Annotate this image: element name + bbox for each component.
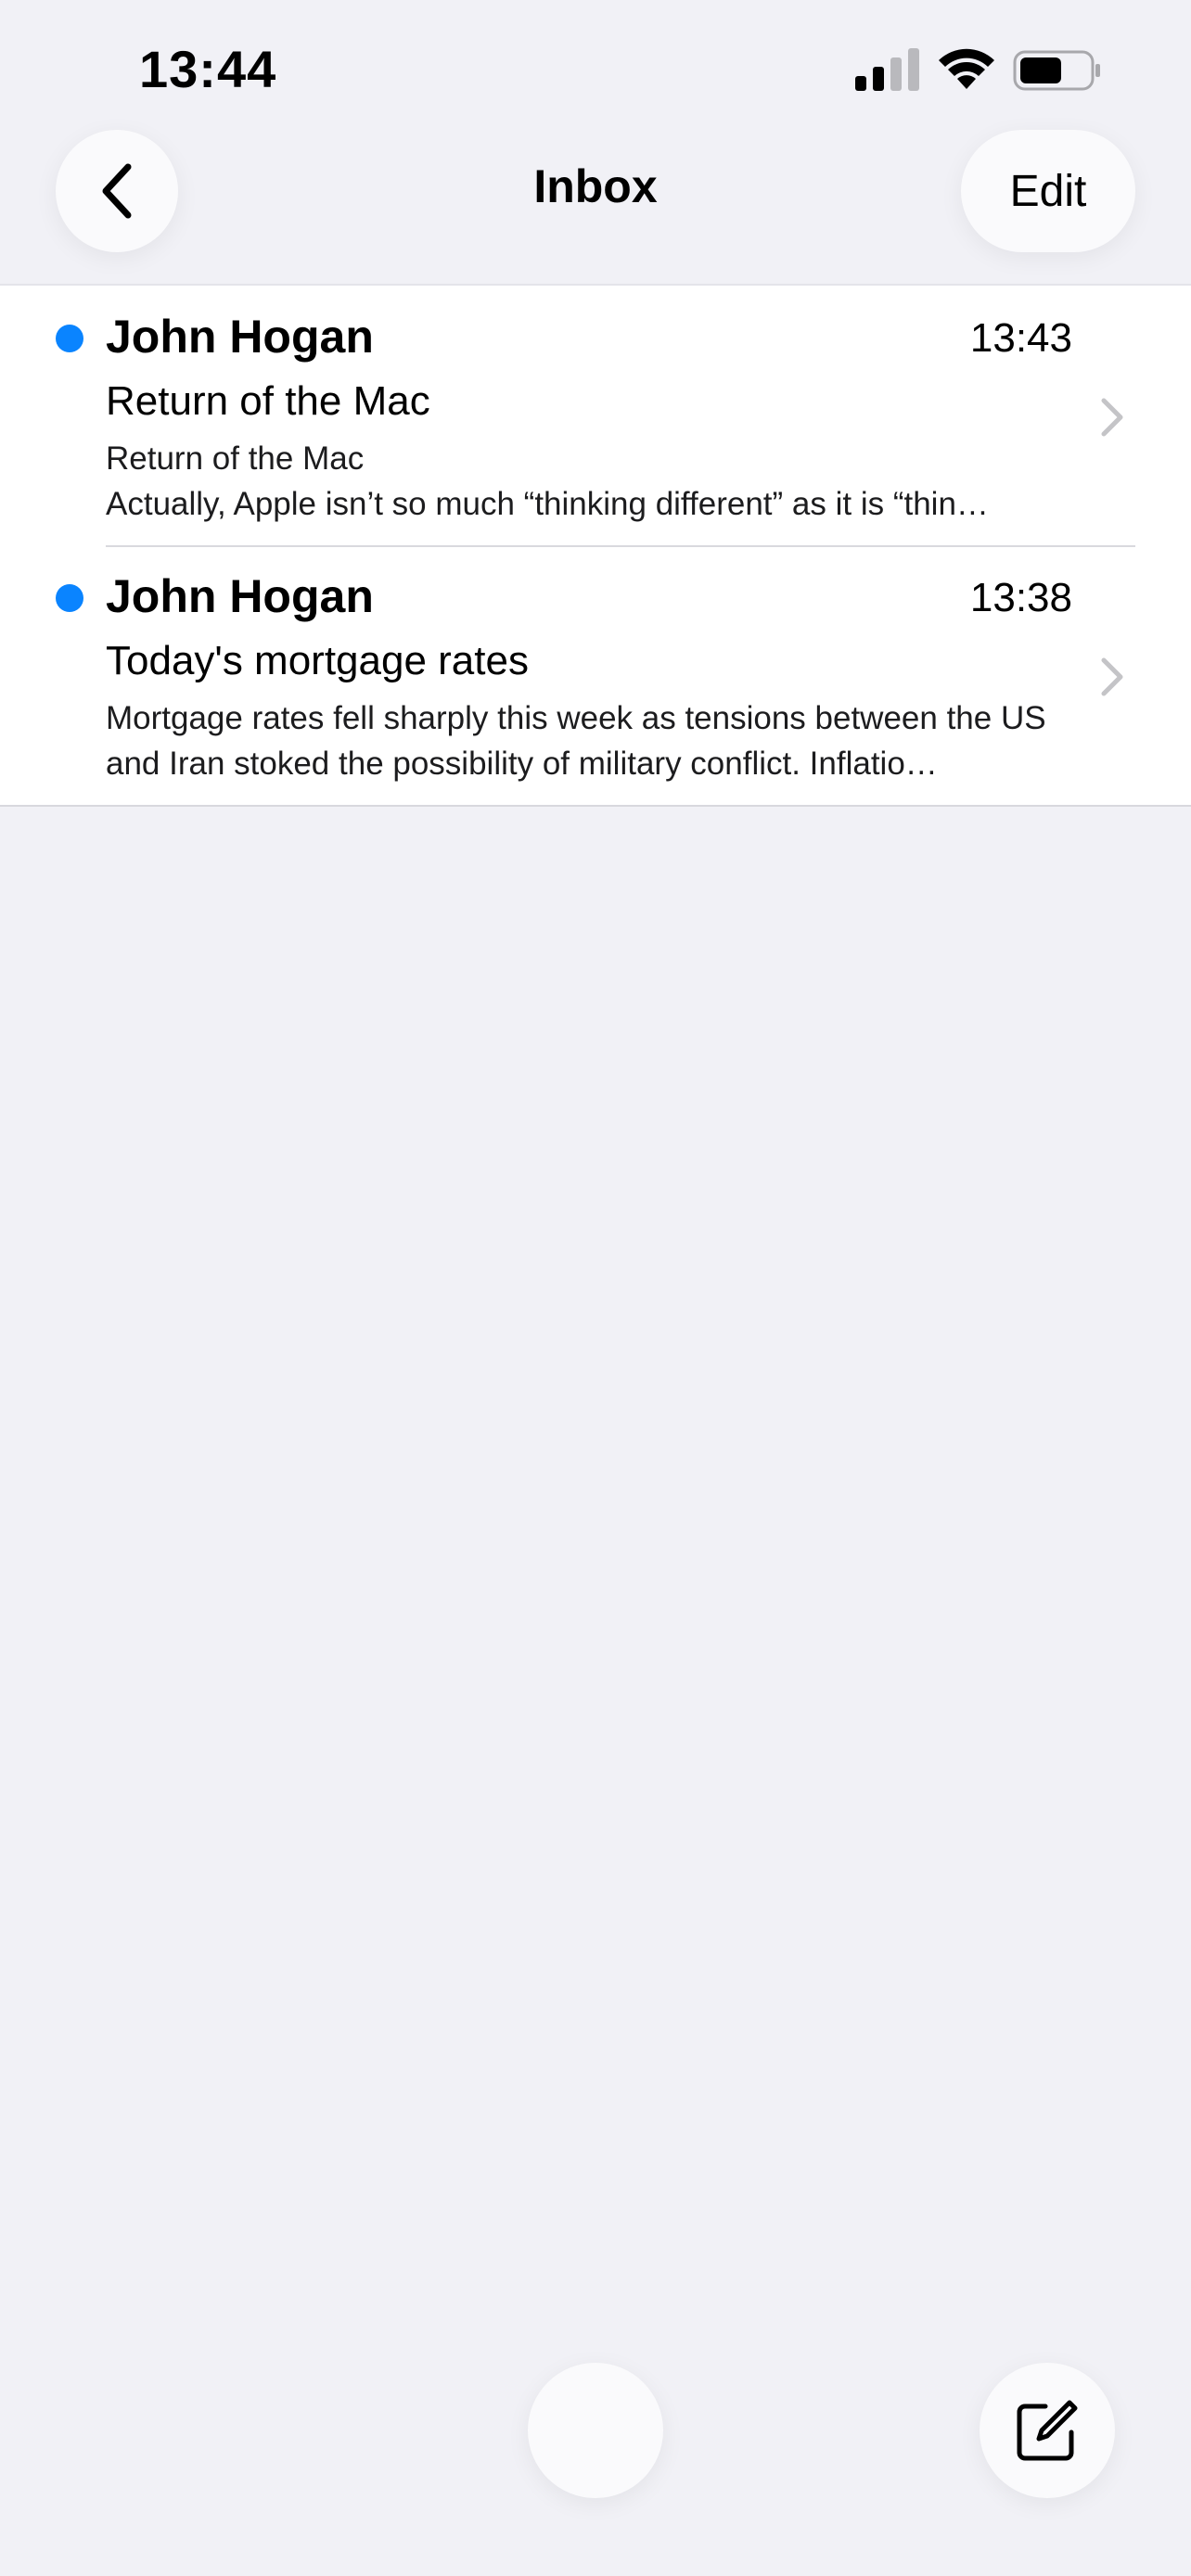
message-subject: Today's mortgage rates	[106, 638, 529, 683]
message-sender: John Hogan	[106, 311, 374, 363]
compose-button[interactable]	[980, 2363, 1115, 2498]
message-preview: Return of the Mac Actually, Apple isn’t …	[106, 440, 989, 522]
wifi-icon	[939, 48, 994, 89]
message-subject: Return of the Mac	[106, 378, 430, 424]
unread-indicator-icon	[56, 584, 83, 612]
bottom-toolbar	[0, 2363, 1191, 2498]
message-row[interactable]: John Hogan 13:43 Return of the Mac Retur…	[0, 286, 1191, 545]
edit-button[interactable]: Edit	[961, 130, 1135, 252]
message-time: 13:38	[969, 575, 1072, 620]
chevron-right-icon	[1101, 398, 1123, 437]
message-preview: Mortgage rates fell sharply this week as…	[106, 700, 1046, 782]
compose-icon	[1017, 2400, 1078, 2461]
message-time: 13:43	[969, 315, 1072, 361]
navigation-bar: Inbox Edit	[0, 130, 1191, 284]
toolbar-center-button[interactable]	[528, 2363, 663, 2498]
message-row[interactable]: John Hogan 13:38 Today's mortgage rates …	[0, 545, 1191, 805]
battery-icon	[1013, 50, 1100, 91]
status-time: 13:44	[139, 40, 277, 98]
chevron-right-icon	[1101, 657, 1123, 696]
message-list: John Hogan 13:43 Return of the Mac Retur…	[0, 284, 1191, 807]
cellular-signal-icon	[855, 48, 919, 91]
mail-screen: 13:44 Inbox Edit John Hogan 13:43 Return…	[0, 0, 1191, 2576]
message-sender: John Hogan	[106, 570, 374, 622]
status-bar: 13:44	[0, 0, 1191, 130]
unread-indicator-icon	[56, 325, 83, 352]
